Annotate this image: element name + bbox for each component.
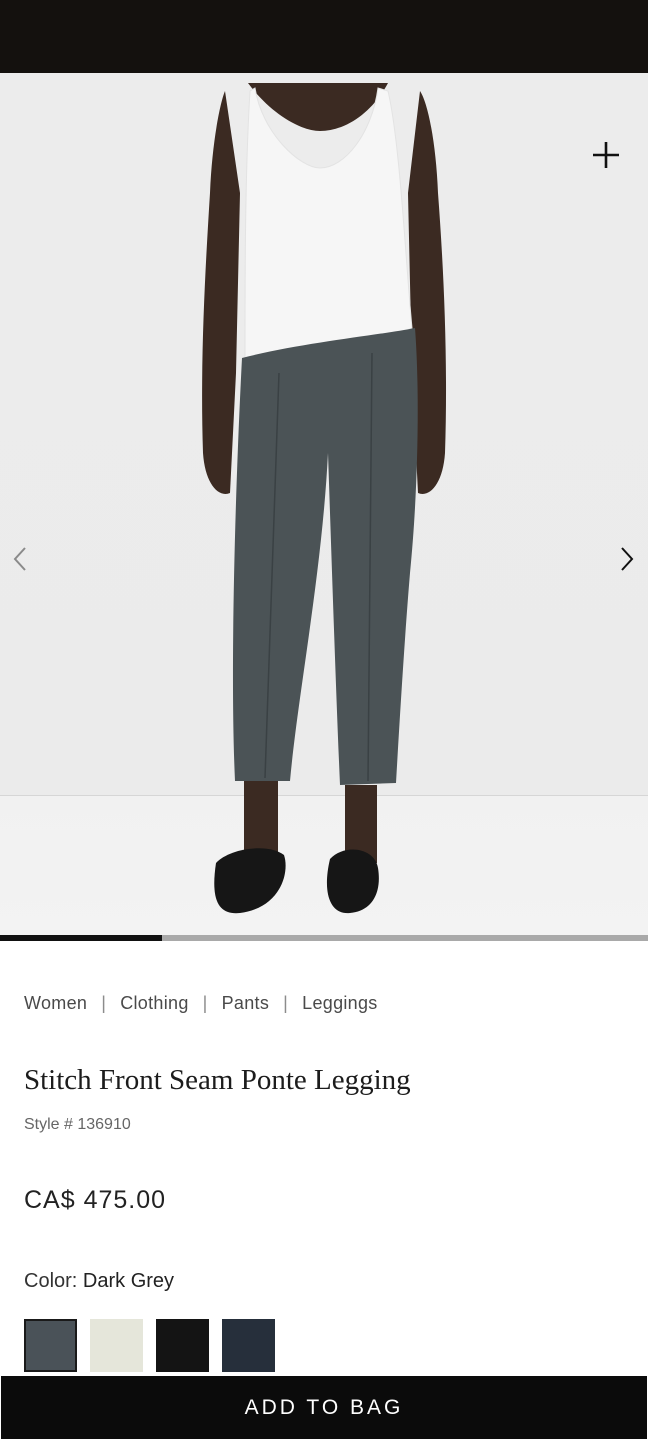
breadcrumb-separator: |	[101, 993, 107, 1013]
chevron-left-icon[interactable]	[8, 543, 32, 575]
product-price: CA$ 475.00	[24, 1186, 167, 1214]
color-swatch[interactable]	[156, 1319, 209, 1372]
plus-icon[interactable]	[590, 139, 622, 171]
breadcrumb-clothing[interactable]: Clothing	[120, 993, 188, 1013]
color-swatch[interactable]	[24, 1319, 77, 1372]
product-title: Stitch Front Seam Ponte Legging	[24, 1064, 411, 1096]
color-swatch[interactable]	[90, 1319, 143, 1372]
color-swatch[interactable]	[222, 1319, 275, 1372]
chevron-right-icon[interactable]	[615, 543, 639, 575]
top-bar	[0, 0, 648, 73]
color-swatches	[24, 1319, 275, 1372]
breadcrumb-separator: |	[283, 993, 289, 1013]
color-label: Color:	[24, 1270, 78, 1292]
product-image-gallery[interactable]	[0, 73, 648, 935]
add-to-bag-button[interactable]: ADD TO BAG	[0, 1375, 648, 1440]
color-value: Dark Grey	[82, 1270, 175, 1292]
style-number: Style # 136910	[24, 1116, 131, 1133]
gallery-progress-bar	[0, 935, 648, 941]
gallery-progress-fill	[0, 935, 162, 941]
product-photo	[202, 83, 447, 914]
breadcrumb-women[interactable]: Women	[24, 993, 87, 1013]
breadcrumb-leggings[interactable]: Leggings	[302, 993, 377, 1013]
breadcrumb-separator: |	[202, 993, 208, 1013]
color-selection-label: Color: Dark Grey	[24, 1270, 174, 1293]
breadcrumb: Women | Clothing | Pants | Leggings	[24, 993, 378, 1014]
breadcrumb-pants[interactable]: Pants	[222, 993, 270, 1013]
